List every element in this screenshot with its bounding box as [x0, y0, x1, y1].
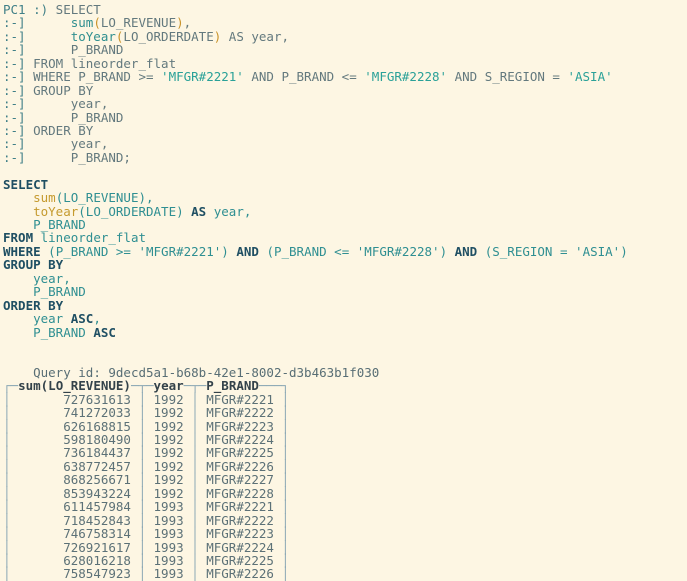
input-line: :-] year,: [3, 137, 687, 150]
formatted-query-line: WHERE (P_BRAND >= 'MFGR#2221') AND (P_BR…: [3, 245, 687, 258]
row-border: │: [281, 566, 290, 581]
input-line: :-] toYear(LO_ORDERDATE) AS year,: [3, 30, 687, 43]
formatted-query-line: P_BRAND: [3, 285, 687, 298]
sql-token: 'MFGR#2228': [356, 243, 440, 259]
table-row: │ 736184437 │ 1992 │ MFGR#2225 │: [3, 446, 687, 459]
table-row: │ 611457984 │ 1993 │ MFGR#2221 │: [3, 500, 687, 513]
input-line: :-] year,: [3, 97, 687, 110]
sql-token: AND S_REGION =: [447, 69, 568, 85]
sql-token: 'ASIA': [567, 69, 613, 85]
sql-token: AND: [236, 243, 259, 259]
formatted-query-line: P_BRAND: [3, 218, 687, 231]
sql-token: ): [620, 243, 628, 259]
sql-token: 'MFGR#2228': [364, 69, 448, 85]
sql-token: AS: [191, 203, 207, 219]
input-line: PC1 :) SELECT: [3, 3, 687, 16]
formatted-query-line: P_BRAND ASC: [3, 324, 687, 340]
table-body: │ 727631613 │ 1992 │ MFGR#2221 │ │ 741272…: [3, 392, 687, 581]
sql-token: AS year,: [221, 28, 289, 44]
table-row: │ 726921617 │ 1993 │ MFGR#2224 │: [3, 540, 687, 554]
table-header-row: ┌─sum(LO_REVENUE)─┬─year─┬─P_BRAND───┐: [3, 379, 687, 392]
table-row: │ 727631613 │ 1992 │ MFGR#2221 │: [3, 392, 687, 406]
sql-token: ): [439, 243, 455, 259]
sql-token: AND P_BRAND <=: [243, 69, 365, 85]
sql-token: 'MFGR#2221': [138, 243, 222, 259]
table-cell: 758547923: [10, 566, 139, 581]
table-row: │ 718452843 │ 1993 │ MFGR#2222 │: [3, 513, 687, 527]
formatted-query-line: year,: [3, 272, 687, 285]
cell-divider: │: [191, 566, 199, 581]
input-line: :-] GROUP BY: [3, 83, 687, 97]
row-border: │: [3, 566, 11, 581]
formatted-query-line: ORDER BY: [3, 298, 687, 312]
sql-token: 'MFGR#2221': [161, 69, 244, 85]
result-table: ┌─sum(LO_REVENUE)─┬─year─┬─P_BRAND───┐ │…: [3, 379, 687, 581]
formatted-query-block: SELECT sum(LO_REVENUE), toYear(LO_ORDERD…: [3, 177, 687, 340]
input-line: :-] WHERE P_BRAND >= 'MFGR#2221' AND P_B…: [3, 70, 687, 83]
sql-token: (LO_ORDERDATE): [78, 203, 192, 219]
sql-token: (S_REGION =: [477, 243, 576, 259]
formatted-query-line: year ASC,: [3, 312, 687, 325]
table-row: │ 598180490 │ 1992 │ MFGR#2224 │: [3, 433, 687, 446]
sql-token: year,: [206, 203, 252, 219]
table-cell: MFGR#2226: [198, 566, 282, 581]
table-row: │ 853943224 │ 1992 │ MFGR#2228 │: [3, 487, 687, 500]
formatted-query-line: sum(LO_REVENUE),: [3, 191, 687, 204]
formatted-query-line: FROM lineorder_flat: [3, 231, 687, 244]
sql-token: P_BRAND;: [25, 149, 131, 165]
table-row: │ 626168815 │ 1992 │ MFGR#2223 │: [3, 419, 687, 433]
table-row: │ 741272033 │ 1992 │ MFGR#2222 │: [3, 406, 687, 419]
sql-token: 'ASIA': [575, 243, 621, 259]
sql-token: P_BRAND: [3, 324, 94, 340]
client-input-block: PC1 :) SELECT:-] sum(LO_REVENUE),:-] toY…: [3, 3, 687, 164]
input-line: :-] P_BRAND: [3, 110, 687, 124]
sql-token: ASC: [93, 324, 116, 340]
sql-token: LO_ORDERDATE: [123, 28, 214, 44]
cell-divider: │: [138, 566, 146, 581]
input-line: :-] P_BRAND: [3, 43, 687, 56]
input-line: :-] ORDER BY: [3, 124, 687, 137]
sql-token: ): [221, 243, 237, 259]
sql-token: AND: [454, 243, 478, 259]
table-row: │ 868256671 │ 1992 │ MFGR#2227 │: [3, 473, 687, 486]
table-row: │ 758547923 │ 1993 │ MFGR#2226 │: [3, 567, 687, 580]
input-line: :-] FROM lineorder_flat: [3, 57, 687, 70]
formatted-query-line: GROUP BY: [3, 258, 687, 271]
terminal-window: PC1 :) SELECT:-] sum(LO_REVENUE),:-] toY…: [0, 0, 687, 581]
formatted-query-line: toYear(LO_ORDERDATE) AS year,: [3, 203, 687, 219]
table-cell: 1993: [146, 566, 192, 581]
formatted-query-line: SELECT: [3, 177, 687, 191]
table-row: │ 746758314 │ 1993 │ MFGR#2223 │: [3, 527, 687, 540]
input-line: :-] P_BRAND;: [3, 151, 687, 164]
sql-token: (P_BRAND <=: [258, 243, 357, 259]
table-row: │ 638772457 │ 1992 │ MFGR#2226 │: [3, 460, 687, 473]
prompt-marker: :-]: [3, 149, 26, 165]
input-line: :-] sum(LO_REVENUE),: [3, 16, 687, 29]
query-id-line: Query id: 9decd5a1-b68b-42e1-8002-d3b463…: [3, 352, 687, 379]
